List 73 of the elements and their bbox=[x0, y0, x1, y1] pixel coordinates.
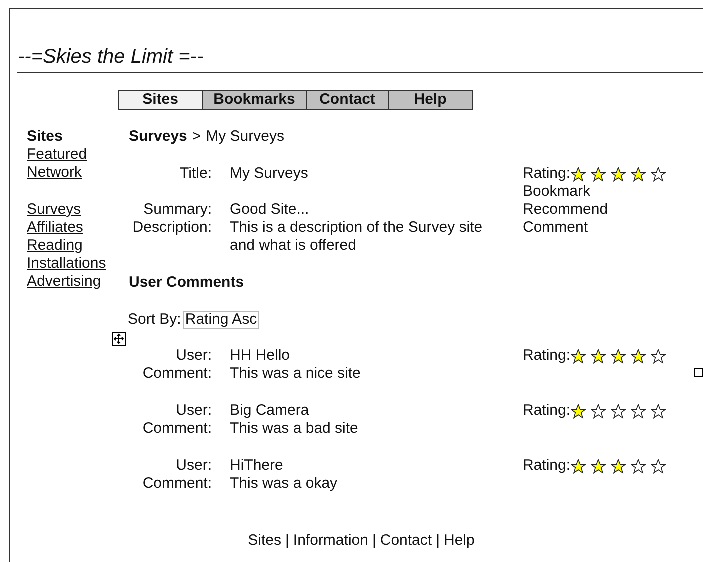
breadcrumb-current: My Surveys bbox=[206, 128, 284, 146]
rating-label: Rating: bbox=[523, 347, 571, 365]
sidebar-link[interactable]: Surveys bbox=[27, 201, 82, 219]
field-label: Comment: bbox=[142, 475, 213, 493]
sidebar-link[interactable]: Affiliates bbox=[27, 219, 84, 237]
move-handle-icon[interactable] bbox=[112, 332, 126, 346]
empty-star-icon bbox=[590, 404, 606, 418]
comment-text: This was a nice site bbox=[230, 365, 361, 383]
comment-text: This was a okay bbox=[230, 475, 338, 493]
action-link[interactable]: Comment bbox=[523, 219, 588, 237]
field-value: My Surveys bbox=[230, 165, 308, 184]
empty-star-icon bbox=[630, 458, 646, 474]
filled-star-icon bbox=[590, 458, 606, 474]
rating-label: Rating: bbox=[523, 457, 571, 475]
empty-star-icon bbox=[650, 348, 666, 364]
filled-star-icon bbox=[610, 458, 626, 474]
footer-link[interactable]: Sites bbox=[248, 532, 282, 550]
action-link[interactable]: Recommend bbox=[523, 201, 608, 219]
empty-star-icon bbox=[610, 404, 626, 418]
footer-link[interactable]: Help bbox=[444, 532, 475, 550]
breadcrumb-separator: > bbox=[192, 128, 202, 146]
filled-star-icon bbox=[570, 348, 586, 364]
footer-separator: | bbox=[372, 532, 376, 550]
footer-separator: | bbox=[436, 532, 440, 550]
resize-handle-icon[interactable] bbox=[694, 368, 703, 377]
filled-star-icon bbox=[570, 166, 586, 182]
sidebar-heading: Sites bbox=[27, 128, 63, 146]
site-title: --=Skies the Limit =-- bbox=[18, 45, 204, 69]
comment-text: This was a bad site bbox=[230, 420, 358, 438]
user-name: HiThere bbox=[230, 457, 284, 475]
rating-label: Rating: bbox=[523, 402, 571, 420]
user-name: HH Hello bbox=[230, 347, 290, 365]
field-label: Comment: bbox=[142, 365, 213, 383]
filled-star-icon bbox=[610, 166, 626, 182]
sidebar-link[interactable]: Reading bbox=[27, 237, 83, 255]
footer-link[interactable]: Contact bbox=[380, 532, 432, 550]
filled-star-icon bbox=[570, 404, 586, 418]
filled-star-icon bbox=[630, 166, 646, 182]
empty-star-icon bbox=[650, 166, 666, 182]
sidebar-link[interactable]: Advertising bbox=[27, 273, 102, 291]
filled-star-icon bbox=[590, 348, 606, 364]
field-label: Title: bbox=[180, 165, 213, 184]
field-label: Summary: bbox=[144, 201, 213, 219]
breadcrumb-link[interactable]: Surveys bbox=[129, 128, 188, 146]
field-label: Comment: bbox=[142, 420, 213, 438]
rating-label: Rating: bbox=[523, 165, 571, 183]
footer-link[interactable]: Information bbox=[293, 532, 368, 550]
filled-star-icon bbox=[570, 458, 586, 474]
filled-star-icon bbox=[610, 348, 626, 364]
filled-star-icon bbox=[630, 348, 646, 364]
sort-field[interactable]: Rating Asc bbox=[183, 311, 260, 329]
field-value: Good Site... bbox=[230, 201, 310, 219]
section-heading: User Comments bbox=[129, 274, 244, 292]
field-label: Description: bbox=[132, 219, 213, 238]
nav-tab[interactable]: Bookmarks bbox=[202, 91, 306, 109]
field-label: User: bbox=[176, 402, 213, 420]
sidebar-link[interactable]: Network bbox=[27, 164, 82, 182]
sidebar-link[interactable]: Featured bbox=[27, 146, 88, 164]
action-link[interactable]: Bookmark bbox=[523, 183, 591, 201]
field-label: User: bbox=[176, 347, 213, 365]
nav-tab[interactable]: Help bbox=[388, 91, 472, 109]
empty-star-icon bbox=[630, 404, 646, 418]
empty-star-icon bbox=[650, 404, 666, 418]
sidebar-link[interactable]: Installations bbox=[27, 255, 106, 273]
field-label: User: bbox=[176, 457, 213, 475]
field-value: This is a description of the Survey site and what is offered bbox=[230, 219, 484, 255]
nav-tab[interactable]: Contact bbox=[306, 91, 388, 109]
empty-star-icon bbox=[650, 458, 666, 474]
footer-separator: | bbox=[286, 532, 290, 550]
filled-star-icon bbox=[590, 166, 606, 182]
nav-tab[interactable]: Sites bbox=[119, 91, 202, 109]
sort-label: Sort By: bbox=[128, 311, 182, 329]
user-name: Big Camera bbox=[230, 402, 310, 420]
